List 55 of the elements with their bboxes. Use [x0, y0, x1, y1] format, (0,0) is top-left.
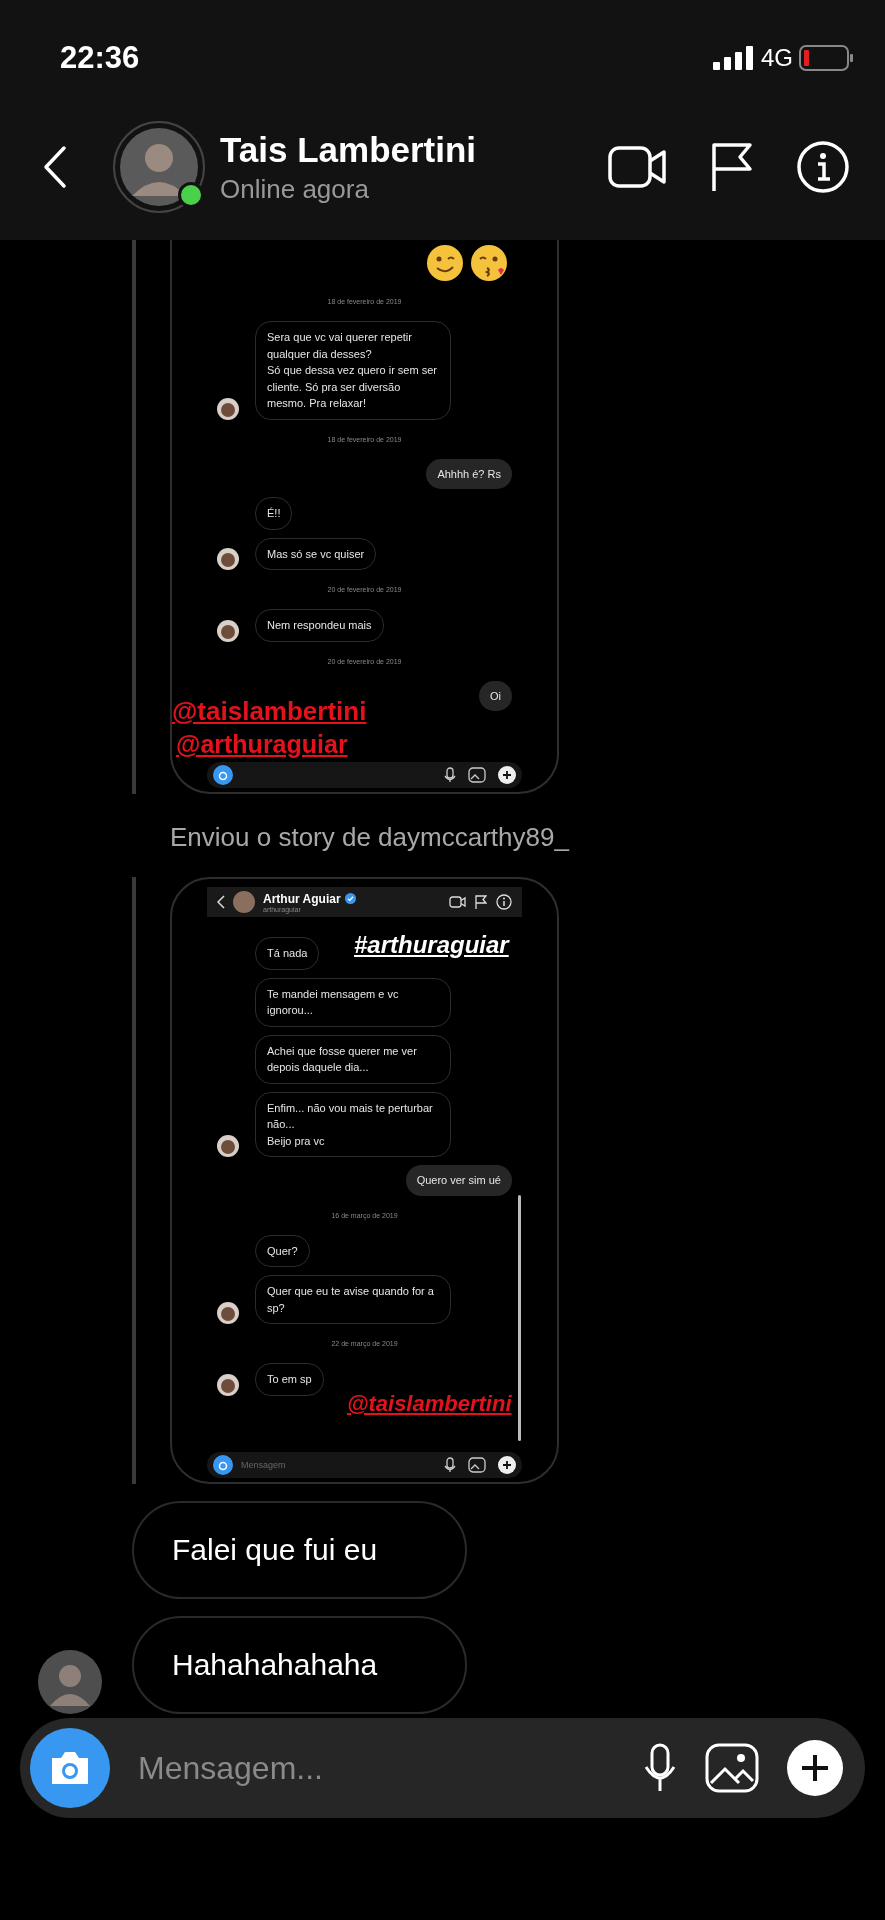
battery-icon — [799, 45, 855, 71]
received-bubble: É!! — [255, 497, 293, 530]
microphone-icon[interactable] — [643, 1743, 677, 1793]
sent-bubble: Quero ver sim ué — [405, 1165, 512, 1196]
image-icon — [468, 767, 486, 783]
info-icon[interactable] — [796, 140, 850, 194]
received-bubble: Falei que fui eu — [132, 1501, 467, 1599]
flag-icon[interactable] — [710, 141, 754, 193]
plus-icon[interactable] — [787, 1740, 843, 1796]
avatar — [233, 891, 255, 913]
received-bubble: Te mandei mensagem e vc ignorou... — [255, 977, 451, 1027]
sent-bubble: Oi — [479, 680, 512, 711]
received-bubble: Quer que eu te avise quando for a sp? — [255, 1275, 451, 1324]
camera-icon — [213, 765, 233, 785]
flag-icon — [475, 894, 487, 910]
camera-icon — [213, 1455, 233, 1475]
received-bubble: Hahahahahaha — [132, 1616, 467, 1714]
story-caption: Enviou o story de daymccarthy89_ — [170, 822, 569, 852]
received-bubble: To em sp — [255, 1363, 324, 1396]
profile-avatar[interactable] — [112, 120, 206, 214]
microphone-icon — [444, 767, 456, 783]
hashtag-label: #arthuraguiar — [354, 931, 509, 959]
message-field[interactable]: Mensagem... — [20, 1718, 865, 1818]
mention-label: @taislambertini — [172, 696, 367, 727]
shared-story-card[interactable] — [170, 240, 559, 794]
plus-icon — [498, 1456, 516, 1474]
info-icon — [496, 894, 512, 910]
network-label: 4G — [761, 44, 793, 72]
wink-emoji-icon — [426, 244, 464, 282]
received-bubble: Achei que fosse querer me ver depois daquele dia... — [255, 1034, 451, 1084]
mention-label: @taislambertini — [347, 1391, 512, 1417]
signal-icon — [713, 46, 755, 70]
microphone-icon — [444, 1457, 456, 1473]
clock-time: 22:36 — [60, 40, 140, 76]
video-call-icon[interactable] — [608, 146, 668, 188]
received-bubble: Nem respondeu mais — [255, 609, 384, 642]
kiss-emoji-icon — [470, 244, 508, 282]
sent-bubble: Ahhhh é? Rs — [426, 458, 512, 489]
back-icon[interactable] — [42, 145, 68, 189]
image-icon — [468, 1457, 486, 1473]
mention-label: @arthuraguiar — [176, 730, 348, 759]
image-icon[interactable] — [705, 1743, 759, 1793]
video-call-icon — [449, 896, 466, 908]
message-placeholder: Mensagem... — [138, 1749, 324, 1787]
message-placeholder: Mensagem — [241, 1460, 287, 1470]
contact-name: Tais Lambertini — [220, 129, 478, 170]
received-bubble: Sera que vc vai querer repetir qualquer dia desses? Só que dessa vez quero ir sem ser cliente. Só pra ser diversão mesmo. Pra relaxar! — [255, 321, 451, 420]
back-icon — [217, 895, 225, 909]
plus-icon — [498, 766, 516, 784]
camera-icon[interactable] — [30, 1728, 110, 1808]
contact-status: Online agora — [220, 173, 370, 205]
contact-name: Arthur Aguiar — [263, 891, 341, 906]
received-bubble: Tá nada — [255, 937, 320, 970]
shared-story-card[interactable] — [170, 877, 559, 1484]
received-bubble: Enfim... não vou mais te perturbar não... Beijo pra vc — [255, 1091, 451, 1157]
